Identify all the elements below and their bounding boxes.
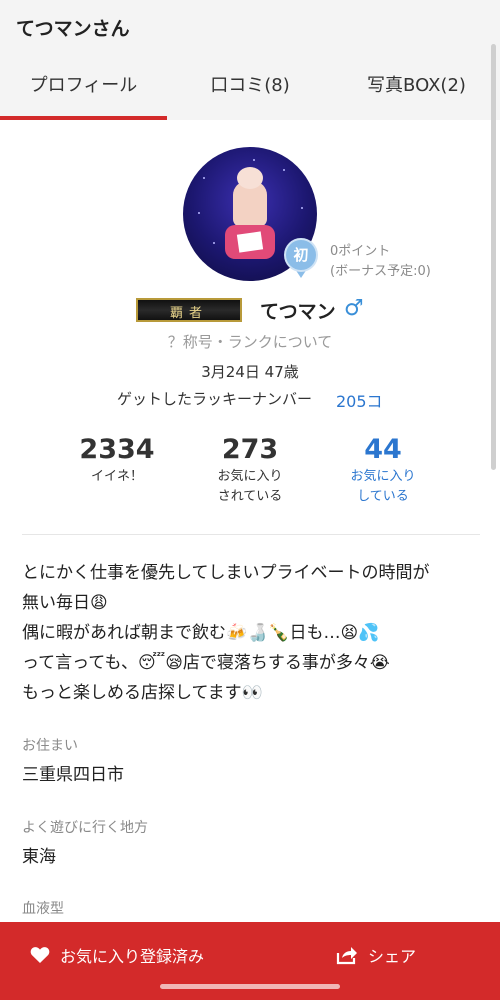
area-value: 東海 (22, 847, 56, 867)
lucky-number-label: ゲットしたラッキーナンバー (117, 390, 313, 408)
favoriting-count[interactable]: 44 (323, 433, 443, 467)
rank-title-plate: 覇者 (136, 298, 242, 322)
bonus-points: (ボーナス予定:0) (330, 264, 431, 279)
likes-label: イイネ！ (90, 469, 143, 484)
likes-count: 2334 (79, 434, 155, 465)
share-button[interactable]: シェア (336, 938, 416, 972)
favorited-by-count: 273 (221, 434, 279, 465)
app-header: てつマンさん (0, 0, 500, 54)
bio-text: とにかく仕事を優先してしまいプライベートの時間が 無い毎日😩 偶に暇があれば朝ま… (22, 563, 430, 703)
favorite-button-label: お気に入り登録済み (60, 947, 205, 966)
male-icon: ♂ (344, 296, 364, 321)
bottom-action-bar: お気に入り登録済み シェア (0, 922, 500, 1000)
page-title: てつマンさん (16, 18, 130, 40)
stat-favorited-by: 273 お気に入り されている (190, 433, 310, 507)
rank-title: 覇者 (169, 306, 208, 321)
tab-reviews[interactable]: 口コミ(8) (167, 54, 333, 120)
points-value: 0ポイント (330, 244, 391, 259)
heart-icon (30, 947, 50, 963)
user-name: てつマン (260, 301, 336, 323)
rank-info-link[interactable]: ？称号・ランクについて (0, 331, 500, 352)
scrollbar[interactable] (491, 44, 496, 470)
profile-tabs: プロフィール 口コミ(8) 写真BOX(2) (0, 54, 500, 120)
blood-type-label: 血液型 (22, 901, 64, 917)
stat-favoriting[interactable]: 44 お気に入り している (323, 433, 443, 507)
divider (22, 534, 480, 535)
area-label: よく遊びに行く地方 (22, 820, 148, 836)
birthday-age: 3月24日 47歳 (201, 363, 299, 381)
stat-likes: 2334 イイネ！ (57, 433, 177, 487)
tab-photo-box[interactable]: 写真BOX(2) (333, 54, 500, 120)
residence-value: 三重県四日市 (22, 765, 124, 785)
residence-label: お住まい (22, 738, 78, 754)
favorite-button[interactable]: お気に入り登録済み (30, 938, 204, 972)
lucky-number-count[interactable]: 205コ (336, 388, 383, 412)
tab-profile[interactable]: プロフィール (0, 54, 167, 120)
points-info: 0ポイント (ボーナス予定:0) (330, 242, 431, 282)
beginner-badge: 初 (284, 238, 318, 278)
home-indicator (160, 984, 340, 989)
share-button-label: シェア (368, 947, 417, 966)
share-icon (336, 947, 357, 965)
